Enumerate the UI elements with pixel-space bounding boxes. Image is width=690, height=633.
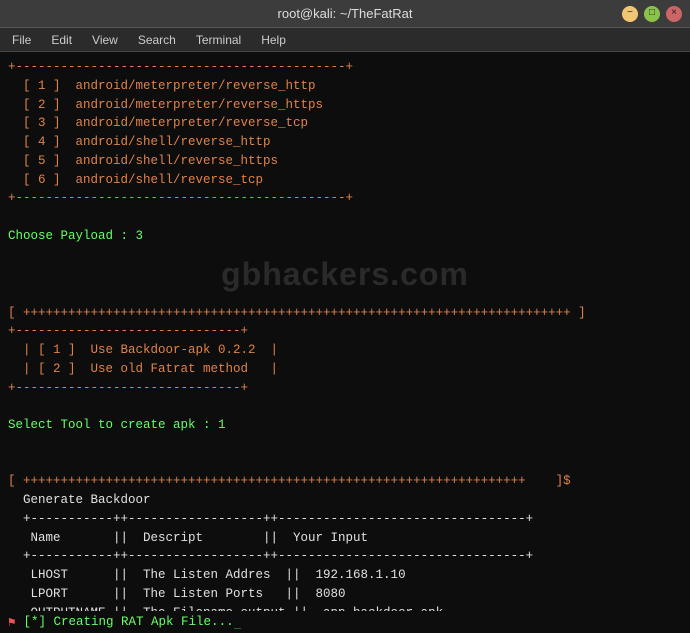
- menu-view[interactable]: View: [84, 31, 126, 49]
- terminal[interactable]: +---------------------------------------…: [0, 52, 690, 633]
- terminal-section2: [ ++++++++++++++++++++++++++++++++++++++…: [8, 304, 682, 633]
- menu-bar: File Edit View Search Terminal Help: [0, 28, 690, 52]
- title-bar: root@kali: ~/TheFatRat − □ ×: [0, 0, 690, 28]
- maximize-button[interactable]: □: [644, 6, 660, 22]
- status-text: [*] Creating RAT Apk File...█: [24, 615, 242, 629]
- menu-help[interactable]: Help: [253, 31, 294, 49]
- terminal-content: +---------------------------------------…: [8, 58, 682, 246]
- window-controls: − □ ×: [622, 6, 682, 22]
- close-button[interactable]: ×: [666, 6, 682, 22]
- menu-search[interactable]: Search: [130, 31, 184, 49]
- status-bar: ⚑ [*] Creating RAT Apk File...█: [0, 611, 690, 633]
- menu-terminal[interactable]: Terminal: [188, 31, 249, 49]
- menu-edit[interactable]: Edit: [43, 31, 80, 49]
- watermark: gbhackers.com: [8, 250, 682, 298]
- menu-file[interactable]: File: [4, 31, 39, 49]
- logo-icon: ⚑: [8, 614, 16, 630]
- window-title: root@kali: ~/TheFatRat: [278, 6, 413, 21]
- minimize-button[interactable]: −: [622, 6, 638, 22]
